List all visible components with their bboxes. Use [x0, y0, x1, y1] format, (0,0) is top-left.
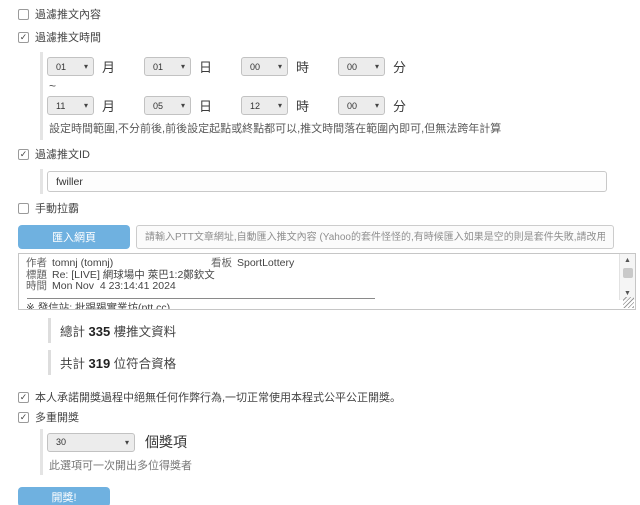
month-unit-label: 月 [102, 96, 115, 115]
day-unit-label: 日 [199, 96, 212, 115]
hour-unit-label: 時 [296, 96, 309, 115]
range-tilde: ~ [49, 79, 640, 93]
filter-content-label: 過濾推文內容 [35, 6, 101, 22]
prize-count-unit: 個獎項 [145, 432, 187, 452]
prize-count-block: 30 ▾ 個獎項 此選項可一次開出多位得獎者 [40, 429, 640, 475]
start-day-select[interactable]: 01 ▾ [144, 57, 191, 76]
time-range-block: 01 ▾ 月 01 ▾ 日 00 ▾ 時 00 ▾ 分 [40, 52, 640, 140]
filter-time-label: 過濾推文時間 [35, 29, 101, 45]
total-suffix: 樓推文資料 [110, 325, 176, 339]
chevron-down-icon: ▾ [84, 62, 88, 71]
import-url-button[interactable]: 匯入網頁 [18, 225, 130, 249]
end-day-value: 05 [153, 101, 163, 111]
filter-time-row: 過濾推文時間 [18, 29, 640, 45]
manual-slot-checkbox[interactable] [18, 203, 29, 214]
start-day-value: 01 [153, 62, 163, 72]
total-prefix: 總計 [60, 325, 88, 339]
chevron-down-icon: ▾ [181, 62, 185, 71]
total-count: 335 [88, 324, 110, 339]
start-hour-value: 00 [250, 62, 260, 72]
filter-id-block [40, 169, 640, 194]
qualified-count: 319 [88, 356, 110, 371]
promise-checkbox[interactable] [18, 392, 29, 403]
end-day-select[interactable]: 05 ▾ [144, 96, 191, 115]
article-textarea[interactable]: 作者tomnj (tomnj) 看板SportLottery 標題Re: [LI… [18, 253, 636, 310]
import-row: 匯入網頁 [18, 225, 614, 249]
author-value: tomnj (tomnj) [52, 258, 113, 270]
time-range-hint: 設定時間範圍,不分前後,前後設定起點或終點都可以,推文時間落在範圍內即可,但無法… [49, 120, 640, 136]
qualified-stat: 共計 319 位符合資格 [48, 350, 640, 375]
scrollbar-thumb[interactable] [623, 268, 633, 278]
prize-count-select[interactable]: 30 ▾ [47, 433, 135, 452]
minute-unit-label: 分 [393, 96, 406, 115]
end-minute-select[interactable]: 00 ▾ [338, 96, 385, 115]
lottery-tool-page: 過濾推文內容 過濾推文時間 01 ▾ 月 01 ▾ 日 00 ▾ [0, 0, 640, 505]
chevron-down-icon: ▾ [278, 101, 282, 110]
chevron-down-icon: ▾ [125, 438, 129, 447]
article-separator [27, 298, 375, 299]
filter-time-checkbox[interactable] [18, 32, 29, 43]
start-hour-select[interactable]: 00 ▾ [241, 57, 288, 76]
time-value: Mon Nov 4 23:14:41 2024 [52, 281, 176, 293]
filter-id-input[interactable] [47, 171, 607, 192]
manual-slot-label: 手動拉霸 [35, 200, 79, 216]
article-footer-partial: ※ 發信站: 批踢踢實業坊(ptt.cc) [26, 303, 170, 310]
time-end-row: 11 ▾ 月 05 ▾ 日 12 ▾ 時 00 ▾ 分 [47, 95, 640, 116]
filter-id-label: 過濾推文ID [35, 146, 90, 162]
filter-id-row: 過濾推文ID [18, 146, 640, 162]
resize-handle-icon[interactable] [623, 297, 634, 308]
filter-content-row: 過濾推文內容 [18, 6, 640, 22]
minute-unit-label: 分 [393, 57, 406, 76]
chevron-down-icon: ▾ [375, 62, 379, 71]
multi-draw-label: 多重開獎 [35, 409, 79, 425]
time-label: 時間 [26, 281, 47, 293]
month-unit-label: 月 [102, 57, 115, 76]
end-minute-value: 00 [347, 101, 357, 111]
board-value: SportLottery [237, 258, 294, 270]
chevron-down-icon: ▾ [181, 101, 185, 110]
prize-count-value: 30 [56, 437, 66, 447]
day-unit-label: 日 [199, 57, 212, 76]
multi-draw-row: 多重開獎 [18, 409, 640, 425]
end-month-value: 11 [56, 101, 65, 111]
multi-draw-checkbox[interactable] [18, 412, 29, 423]
end-hour-select[interactable]: 12 ▾ [241, 96, 288, 115]
promise-row: 本人承諾開獎過程中絕無任何作弊行為,一切正常使用本程式公平公正開獎。 [18, 389, 640, 405]
manual-slot-row: 手動拉霸 [18, 200, 640, 216]
chevron-down-icon: ▾ [375, 101, 379, 110]
hour-unit-label: 時 [296, 57, 309, 76]
filter-id-checkbox[interactable] [18, 149, 29, 160]
promise-label: 本人承諾開獎過程中絕無任何作弊行為,一切正常使用本程式公平公正開獎。 [35, 389, 401, 405]
qualified-prefix: 共計 [60, 357, 88, 371]
time-start-row: 01 ▾ 月 01 ▾ 日 00 ▾ 時 00 ▾ 分 [47, 56, 640, 77]
start-minute-select[interactable]: 00 ▾ [338, 57, 385, 76]
qualified-suffix: 位符合資格 [110, 357, 176, 371]
total-pushes-stat: 總計 335 樓推文資料 [48, 318, 640, 343]
scroll-up-icon[interactable]: ▲ [620, 254, 635, 267]
draw-button[interactable]: 開獎! [18, 487, 110, 505]
article-content: 作者tomnj (tomnj) 看板SportLottery 標題Re: [LI… [19, 254, 618, 309]
chevron-down-icon: ▾ [84, 101, 88, 110]
filter-content-checkbox[interactable] [18, 9, 29, 20]
author-label: 作者 [26, 258, 47, 270]
start-minute-value: 00 [347, 62, 357, 72]
article-url-input[interactable] [136, 225, 614, 249]
start-month-value: 01 [56, 62, 66, 72]
start-month-select[interactable]: 01 ▾ [47, 57, 94, 76]
end-month-select[interactable]: 11 ▾ [47, 96, 94, 115]
textarea-scrollbar[interactable]: ▲ ▼ [619, 254, 635, 300]
board-label: 看板 [211, 258, 232, 270]
prize-count-hint: 此選項可一次開出多位得獎者 [49, 457, 640, 473]
chevron-down-icon: ▾ [278, 62, 282, 71]
end-hour-value: 12 [250, 101, 260, 111]
